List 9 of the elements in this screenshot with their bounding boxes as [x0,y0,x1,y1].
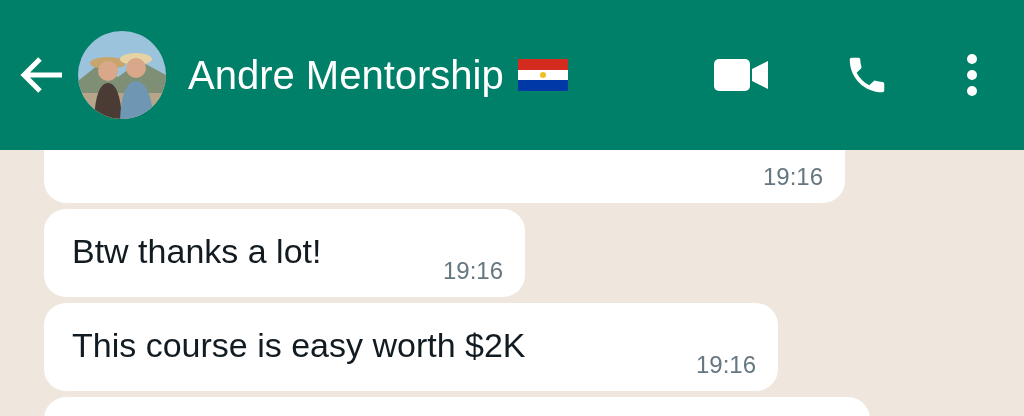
message-time: 19:16 [761,163,823,191]
video-call-icon[interactable] [714,59,768,91]
message-text: This course is easy worth $2K [72,326,526,365]
contact-name[interactable]: Andre Mentorship [188,52,504,98]
message-time: 19:16 [441,257,503,285]
message-time: 19:16 [694,351,756,379]
more-options-icon[interactable] [966,53,978,97]
message-text: Btw thanks a lot! [72,232,322,271]
flag-icon [517,59,568,91]
